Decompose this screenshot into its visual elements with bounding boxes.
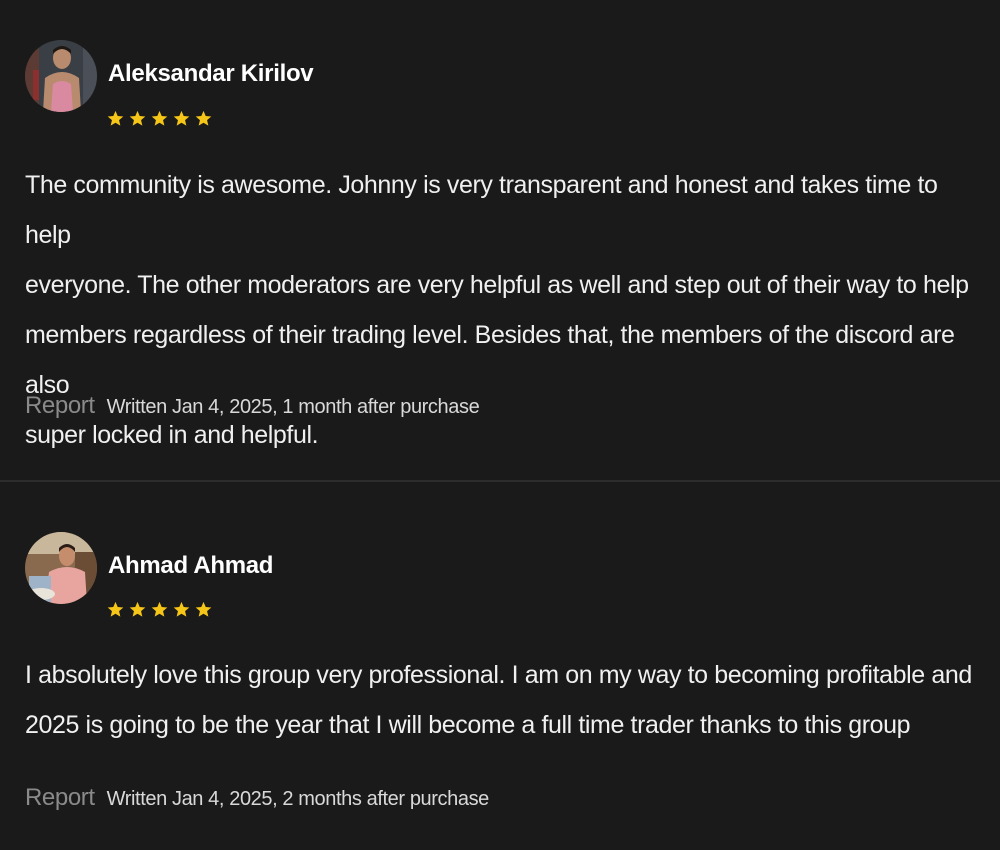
review-text-line: 2025 is going to be the year that I will… [25,711,911,739]
review-card: Aleksandar Kirilov The community is awes… [0,0,1000,480]
report-link[interactable]: Report [25,784,95,812]
star-icon [173,601,190,617]
reviewer-avatar [25,532,97,604]
star-rating [107,110,212,127]
star-icon [129,110,146,126]
review-text-line: I absolutely love this group very profes… [25,661,972,689]
star-icon [173,110,190,126]
star-icon [195,601,212,617]
review-text: I absolutely love this group very profes… [25,650,985,750]
written-date: Written Jan 4, 2025, 1 month after purch… [106,396,480,418]
star-icon [107,110,124,126]
person-photo-icon [25,532,97,604]
star-icon [151,601,168,617]
review-card: Ahmad Ahmad I absolutely love this group… [0,482,1000,850]
star-icon [107,601,124,617]
written-date: Written Jan 4, 2025, 2 months after purc… [106,788,490,810]
star-rating [107,601,212,618]
review-text-line: The community is awesome. Johnny is very… [25,171,938,249]
review-text-line: everyone. The other moderators are very … [25,271,969,299]
reviewer-avatar [25,40,97,112]
report-link[interactable]: Report [25,392,95,420]
star-icon [195,110,212,126]
review-meta: Report Written Jan 4, 2025, 2 months aft… [25,784,489,812]
star-icon [129,601,146,617]
person-photo-icon [25,40,97,112]
review-meta: Report Written Jan 4, 2025, 1 month afte… [25,392,480,420]
reviewer-name: Aleksandar Kirilov [108,60,314,87]
star-icon [151,110,168,126]
reviewer-name: Ahmad Ahmad [108,552,274,579]
